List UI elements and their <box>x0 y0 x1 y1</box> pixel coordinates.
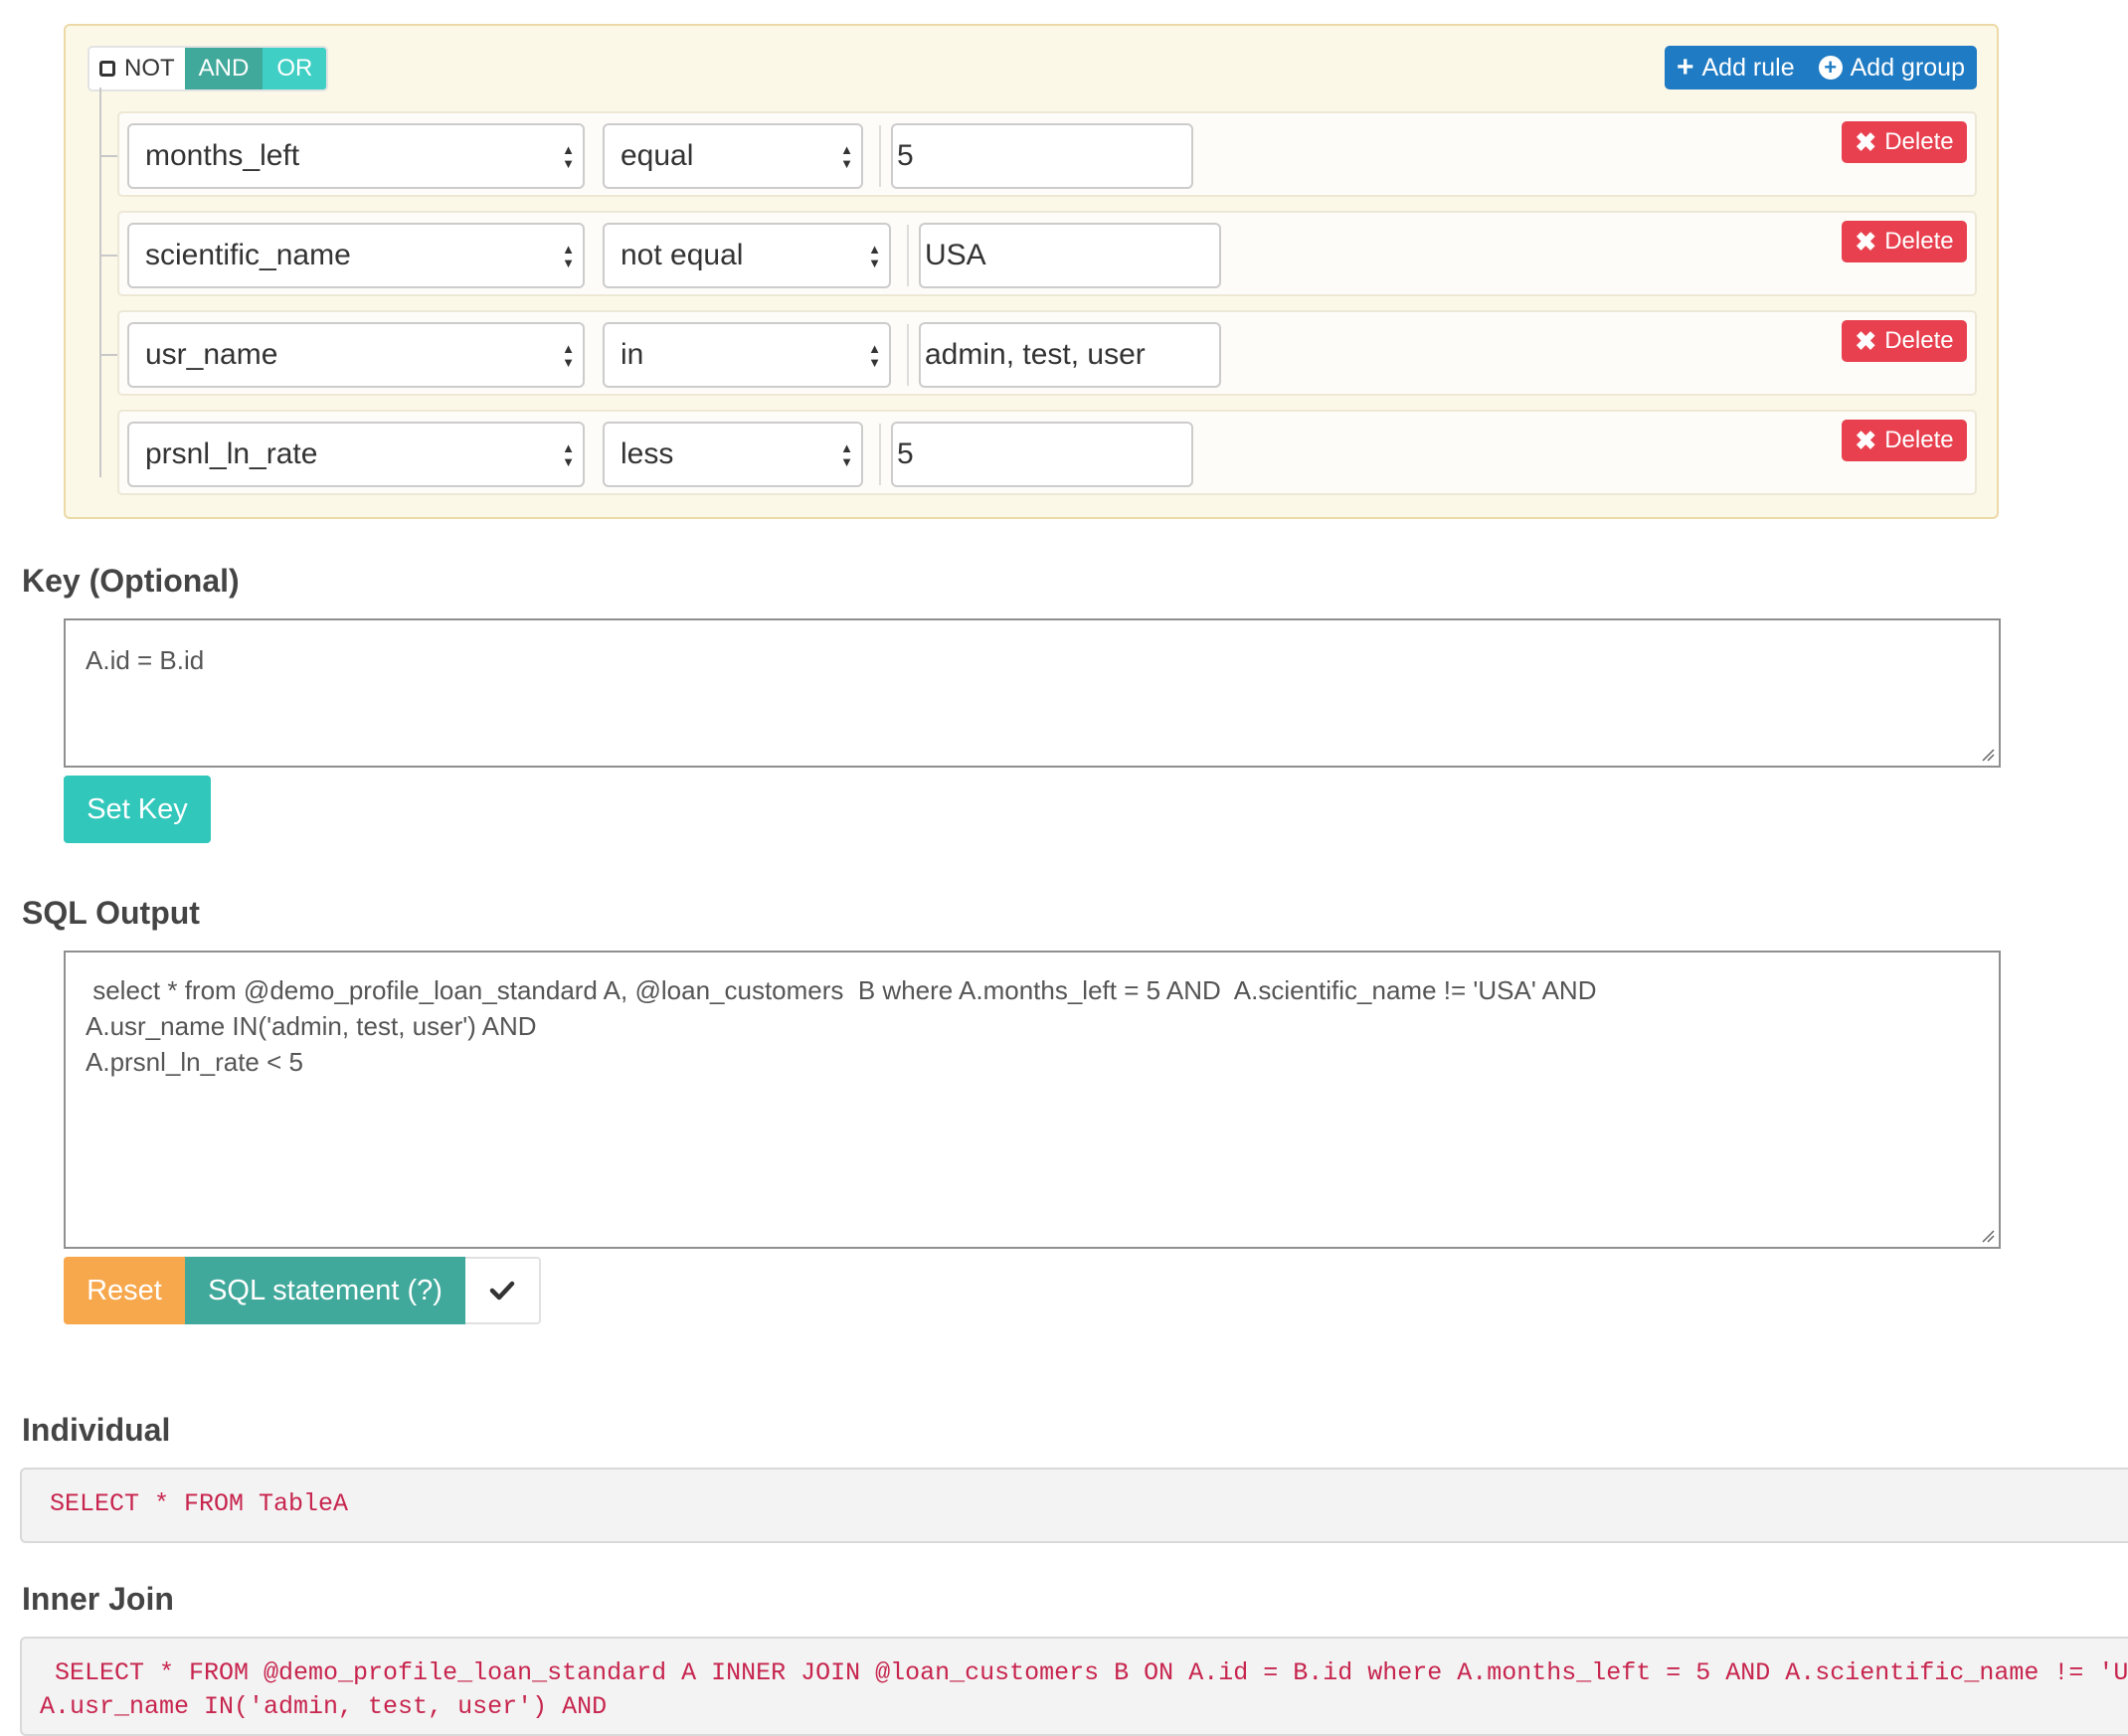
close-icon: ✖ <box>1855 226 1877 257</box>
delete-rule-button[interactable]: ✖ Delete <box>1842 221 1967 262</box>
operator-select-value: not equal <box>621 239 744 271</box>
key-heading: Key (Optional) <box>22 563 240 599</box>
operator-select-value: equal <box>621 139 694 172</box>
resize-handle-icon[interactable] <box>1981 748 1995 762</box>
add-group-button[interactable]: + Add group <box>1807 46 1977 89</box>
select-arrows-icon: ▲ ▼ <box>562 440 575 469</box>
divider <box>907 225 909 286</box>
value-input[interactable]: 5 <box>891 422 1193 487</box>
rules-group: NOT AND OR + Add rule + Add group months… <box>64 24 1999 519</box>
rule-row: scientific_name ▲ ▼ not equal ▲ ▼ USA ✖ De… <box>117 211 1977 296</box>
close-icon: ✖ <box>1855 325 1877 356</box>
checkmark-icon <box>489 1281 515 1301</box>
delete-rule-button[interactable]: ✖ Delete <box>1842 420 1967 461</box>
sql-output-textarea[interactable]: select * from @demo_profile_loan_standar… <box>64 951 2001 1249</box>
individual-heading: Individual <box>22 1412 171 1448</box>
close-icon: ✖ <box>1855 425 1877 455</box>
plus-icon: + <box>1676 51 1694 84</box>
divider <box>907 324 909 386</box>
select-arrows-icon: ▲ ▼ <box>562 142 575 171</box>
plus-circle-icon: + <box>1818 56 1843 80</box>
delete-label: Delete <box>1884 327 1954 354</box>
key-textarea[interactable]: A.id = B.id <box>64 618 2001 768</box>
not-toggle-button[interactable]: NOT <box>89 48 185 89</box>
inner-join-code-block: SELECT * FROM @demo_profile_loan_standar… <box>20 1637 2128 1736</box>
field-select[interactable]: prsnl_ln_rate ▲ ▼ <box>127 422 585 487</box>
checkbox-icon <box>99 61 115 77</box>
close-icon: ✖ <box>1855 126 1877 157</box>
code-line: A.usr_name IN('admin, test, user') AND <box>40 1692 608 1721</box>
field-select-value: scientific_name <box>145 239 351 271</box>
sql-statement-button[interactable]: SQL statement (?) <box>185 1257 465 1324</box>
delete-label: Delete <box>1884 128 1954 155</box>
operator-select[interactable]: equal ▲ ▼ <box>603 123 863 189</box>
field-select-value: prsnl_ln_rate <box>145 437 318 470</box>
group-actions: + Add rule + Add group <box>1664 46 1977 89</box>
select-arrows-icon: ▲ ▼ <box>840 440 853 469</box>
sql-output-title: SQL Output <box>22 895 200 931</box>
reset-button[interactable]: Reset <box>64 1257 185 1324</box>
select-arrows-icon: ▲ ▼ <box>840 142 853 171</box>
delete-rule-button[interactable]: ✖ Delete <box>1842 121 1967 163</box>
sql-line: A.prsnl_ln_rate < 5 <box>86 1047 303 1077</box>
delete-rule-button[interactable]: ✖ Delete <box>1842 320 1967 362</box>
add-rule-button[interactable]: + Add rule <box>1665 46 1807 89</box>
individual-code-block: SELECT * FROM TableA <box>20 1468 2128 1543</box>
rule-row: usr_name ▲ ▼ in ▲ ▼ admin, test, user ✖ De… <box>117 310 1977 396</box>
select-arrows-icon: ▲ ▼ <box>868 341 881 370</box>
add-group-label: Add group <box>1850 53 1965 82</box>
operator-select[interactable]: in ▲ ▼ <box>603 322 891 388</box>
divider <box>879 125 881 187</box>
code-line: SELECT * FROM TableA <box>50 1489 349 1518</box>
field-select-value: months_left <box>145 139 300 172</box>
condition-toggle: NOT AND OR <box>88 46 329 91</box>
set-key-button[interactable]: Set Key <box>64 776 211 843</box>
select-arrows-icon: ▲ ▼ <box>562 341 575 370</box>
field-select[interactable]: usr_name ▲ ▼ <box>127 322 585 388</box>
select-arrows-icon: ▲ ▼ <box>562 242 575 270</box>
rule-row: months_left ▲ ▼ equal ▲ ▼ 5 ✖ Delete <box>117 111 1977 197</box>
resize-handle-icon[interactable] <box>1981 1229 1995 1243</box>
field-select[interactable]: scientific_name ▲ ▼ <box>127 223 585 288</box>
tree-branch <box>99 155 117 157</box>
tree-branch <box>99 354 117 356</box>
operator-select[interactable]: not equal ▲ ▼ <box>603 223 891 288</box>
value-input[interactable]: USA <box>919 223 1221 288</box>
delete-label: Delete <box>1884 228 1954 255</box>
confirm-button[interactable] <box>465 1257 541 1324</box>
sql-button-group: Reset SQL statement (?) <box>64 1257 541 1324</box>
tree-branch <box>99 255 117 257</box>
sql-line: A.usr_name IN('admin, test, user') AND <box>86 1011 537 1041</box>
not-label: NOT <box>124 55 175 82</box>
value-input[interactable]: 5 <box>891 123 1193 189</box>
operator-select-value: in <box>621 338 644 371</box>
key-textarea-value: A.id = B.id <box>86 645 205 675</box>
add-rule-label: Add rule <box>1701 53 1795 82</box>
operator-select[interactable]: less ▲ ▼ <box>603 422 863 487</box>
rule-row: prsnl_ln_rate ▲ ▼ less ▲ ▼ 5 ✖ Delete <box>117 410 1977 495</box>
or-condition-button[interactable]: OR <box>263 48 327 89</box>
divider <box>879 424 881 485</box>
delete-label: Delete <box>1884 427 1954 453</box>
and-condition-button[interactable]: AND <box>184 48 264 89</box>
sql-line: select * from @demo_profile_loan_standar… <box>86 975 1597 1005</box>
code-line: SELECT * FROM @demo_profile_loan_standar… <box>40 1658 2128 1687</box>
field-select[interactable]: months_left ▲ ▼ <box>127 123 585 189</box>
field-select-value: usr_name <box>145 338 278 371</box>
inner-join-heading: Inner Join <box>22 1581 174 1617</box>
select-arrows-icon: ▲ ▼ <box>868 242 881 270</box>
tree-connector <box>99 87 101 477</box>
value-input[interactable]: admin, test, user <box>919 322 1221 388</box>
sql-output-heading: SQL Output <box>22 895 200 932</box>
operator-select-value: less <box>621 437 674 470</box>
